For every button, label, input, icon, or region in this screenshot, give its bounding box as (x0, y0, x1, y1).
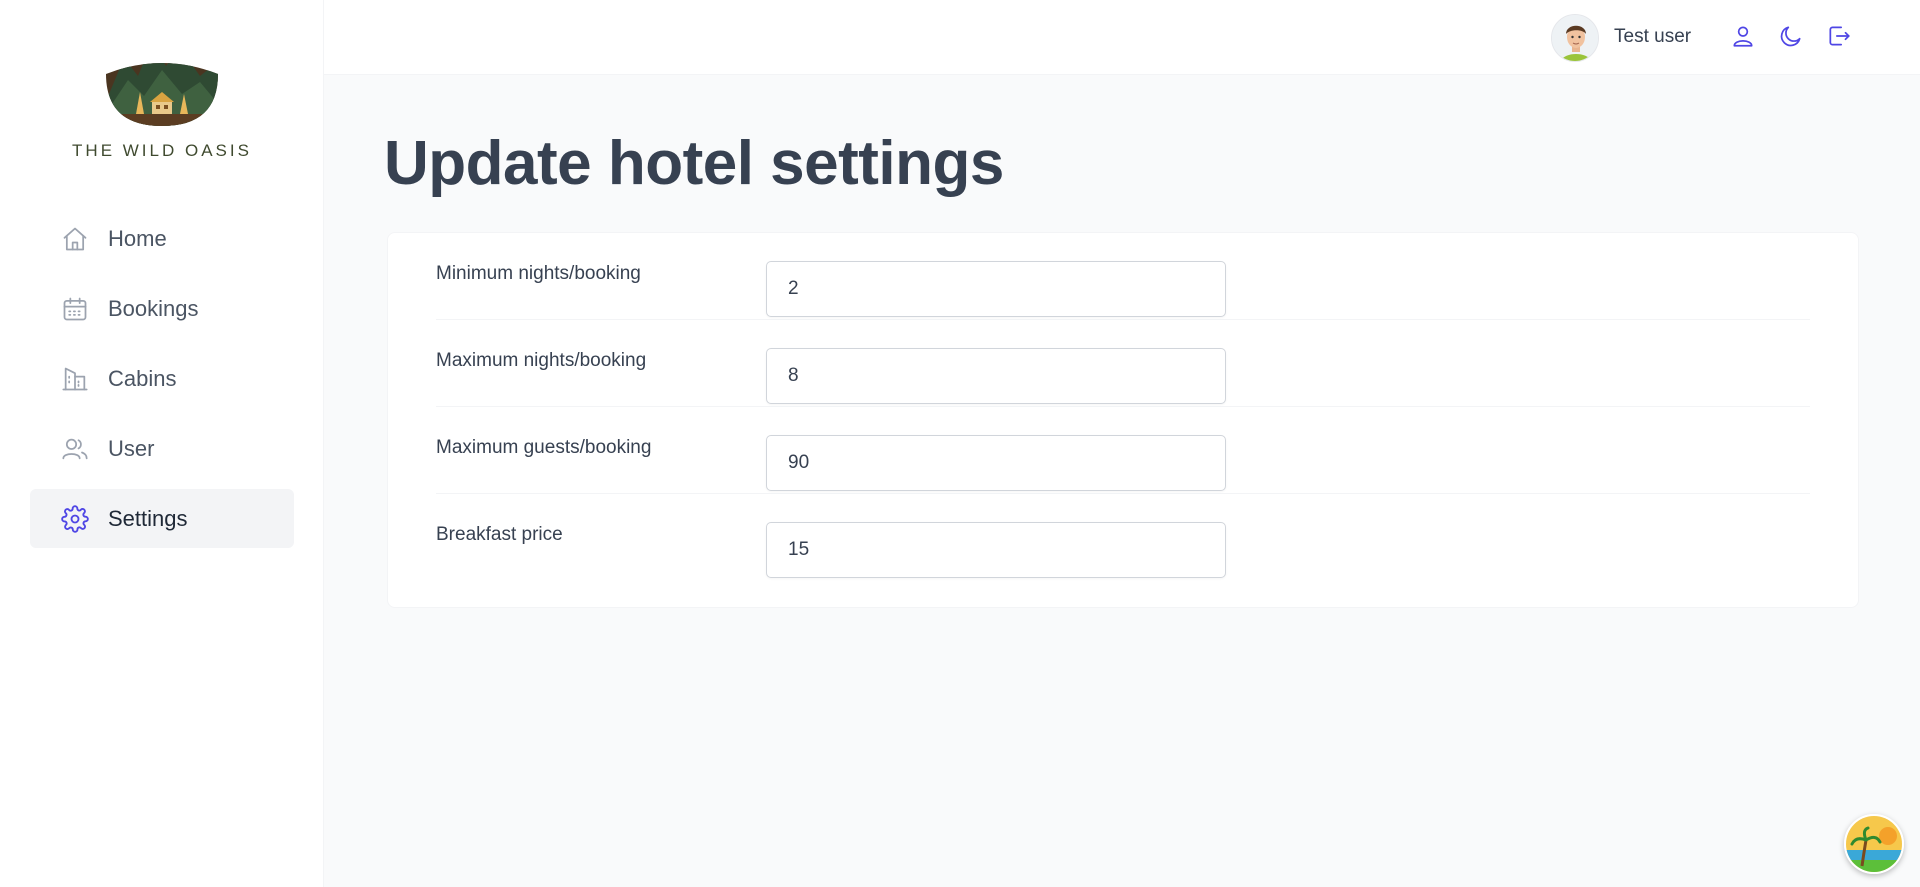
avatar (1551, 14, 1599, 62)
gear-icon (60, 504, 90, 534)
min-nights-label: Minimum nights/booking (436, 263, 641, 284)
page-title: Update hotel settings (384, 129, 1004, 198)
sidebar-item-bookings[interactable]: Bookings (30, 279, 294, 338)
brand-name: THE WILD OASIS (72, 141, 252, 160)
sidebar-item-settings[interactable]: Settings (30, 489, 294, 548)
sidebar-item-label: Bookings (108, 295, 199, 321)
sidebar-item-cabins[interactable]: Cabins (30, 349, 294, 408)
account-button[interactable] (1727, 22, 1759, 54)
beach-icon (1846, 816, 1902, 872)
logout-button[interactable] (1823, 22, 1855, 54)
min-nights-input[interactable] (766, 261, 1226, 317)
max-guests-label: Maximum guests/booking (436, 437, 652, 458)
calendar-icon (60, 294, 90, 324)
sidebar-nav: Home Bookings Cabins User Settings (30, 209, 294, 559)
max-nights-input[interactable] (766, 348, 1226, 404)
breakfast-price-input[interactable] (766, 522, 1226, 578)
floating-assistant-button[interactable] (1844, 814, 1904, 874)
logout-icon (1826, 23, 1852, 54)
form-row: Maximum guests/booking (436, 407, 1810, 494)
users-icon (60, 434, 90, 464)
building-icon (60, 364, 90, 394)
user-icon (1730, 23, 1756, 54)
form-row: Minimum nights/booking (436, 233, 1810, 320)
sidebar-item-label: User (108, 435, 155, 461)
sidebar-item-label: Settings (108, 505, 188, 531)
sidebar-item-label: Cabins (108, 365, 177, 391)
max-nights-label: Maximum nights/booking (436, 350, 647, 371)
moon-icon (1778, 23, 1804, 54)
settings-form: Minimum nights/booking Maximum nights/bo… (387, 232, 1859, 608)
sidebar-item-user[interactable]: User (30, 419, 294, 478)
breakfast-price-label: Breakfast price (436, 524, 563, 545)
logo (104, 36, 220, 126)
sidebar: THE WILD OASIS Home Bookings Cabins User (0, 0, 324, 887)
user-name: Test user (1614, 26, 1692, 47)
form-row: Breakfast price (436, 494, 1810, 581)
max-guests-input[interactable] (766, 435, 1226, 491)
dark-mode-toggle[interactable] (1775, 22, 1807, 54)
sidebar-item-home[interactable]: Home (30, 209, 294, 268)
home-icon (60, 224, 90, 254)
sidebar-item-label: Home (108, 225, 167, 251)
form-row: Maximum nights/booking (436, 320, 1810, 407)
